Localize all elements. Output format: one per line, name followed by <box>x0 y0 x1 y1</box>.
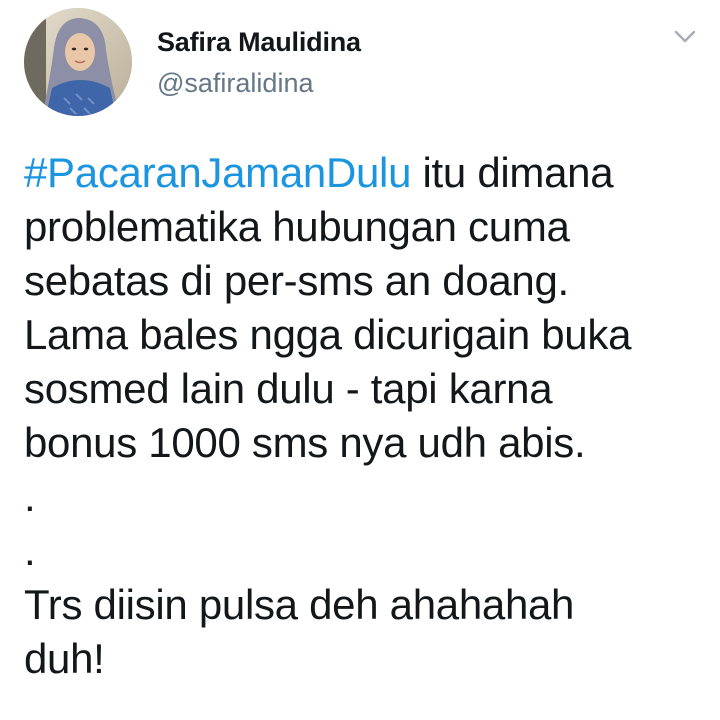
tweet-text-line: sebatas di per-sms an doang. <box>24 257 569 304</box>
tweet-text-line: sosmed lain dulu - tapi karna <box>24 365 553 412</box>
tweet-text: #PacaranJamanDulu itu dimana problematik… <box>24 146 704 686</box>
tweet-card: Safira Maulidina @safiralidina #PacaranJ… <box>0 0 720 720</box>
tweet-text-line: bonus 1000 sms nya udh abis. <box>24 419 586 466</box>
tweet-text-line: Trs diisin pulsa deh ahahahah <box>24 581 575 628</box>
tweet-text-dot: . <box>24 473 36 520</box>
tweet-text-dot: . <box>24 527 36 574</box>
hashtag-link[interactable]: #PacaranJamanDulu <box>24 149 411 196</box>
tweet-text-line: problematika hubungan cuma <box>24 203 570 250</box>
author-avatar[interactable] <box>24 8 132 116</box>
tweet-text-line: #PacaranJamanDulu itu dimana <box>24 146 704 200</box>
chevron-down-icon[interactable] <box>672 26 698 48</box>
author-display-name[interactable]: Safira Maulidina <box>157 27 361 58</box>
profile-photo-icon <box>24 8 132 116</box>
tweet-text-segment: itu dimana <box>411 149 614 196</box>
author-handle[interactable]: @safiralidina <box>157 68 313 99</box>
tweet-text-line: duh! <box>24 635 105 682</box>
tweet-text-line: Lama bales ngga dicurigain buka <box>24 311 632 358</box>
